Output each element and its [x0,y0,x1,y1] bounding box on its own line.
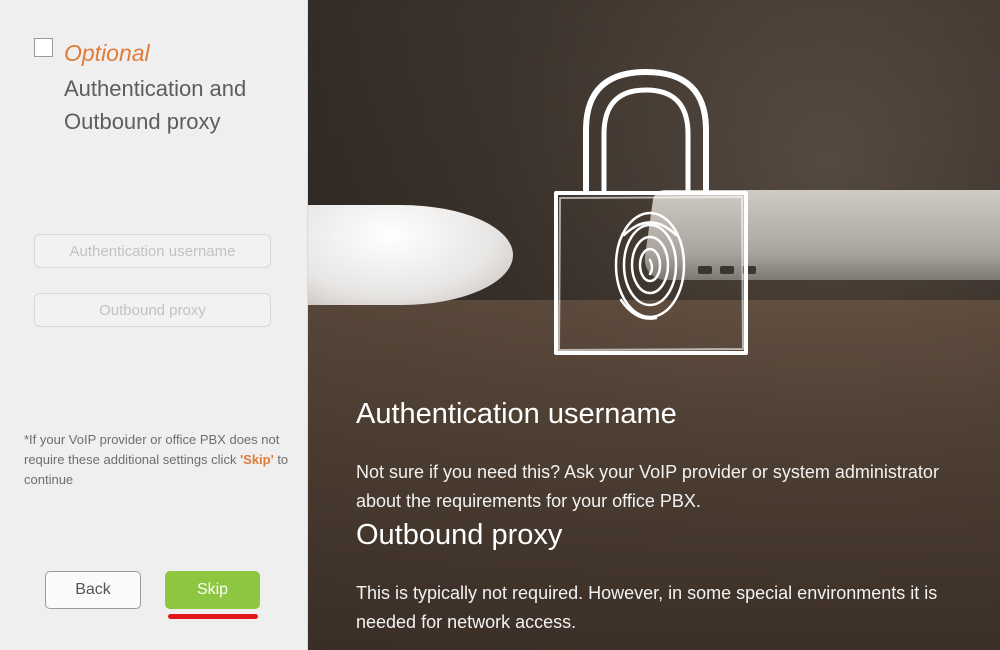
wizard-panel: Optional Authentication and Outbound pro… [0,0,308,650]
outbound-proxy-heading: Outbound proxy [356,519,563,551]
outbound-proxy-description: This is typically not required. However,… [356,583,938,632]
auth-username-field[interactable] [34,234,271,268]
auth-username-heading: Authentication username [356,398,677,430]
skip-button[interactable]: Skip [165,571,260,609]
outbound-proxy-field[interactable] [34,293,271,327]
skip-note-skip-word: 'Skip' [240,452,274,467]
fingerprint-lock-icon [554,69,748,355]
skip-note: *If your VoIP provider or office PBX doe… [24,430,294,490]
auth-username-description: Not sure if you need this? Ask your VoIP… [356,462,939,511]
optional-checkbox[interactable] [34,38,53,57]
section-title: Authentication and Outbound proxy [64,76,247,134]
optional-label: Optional [64,40,150,66]
mouse-image [308,205,513,305]
hero-panel: Authentication username Not sure if you … [308,0,1000,650]
red-underline-annotation [168,614,258,619]
back-button[interactable]: Back [45,571,141,609]
